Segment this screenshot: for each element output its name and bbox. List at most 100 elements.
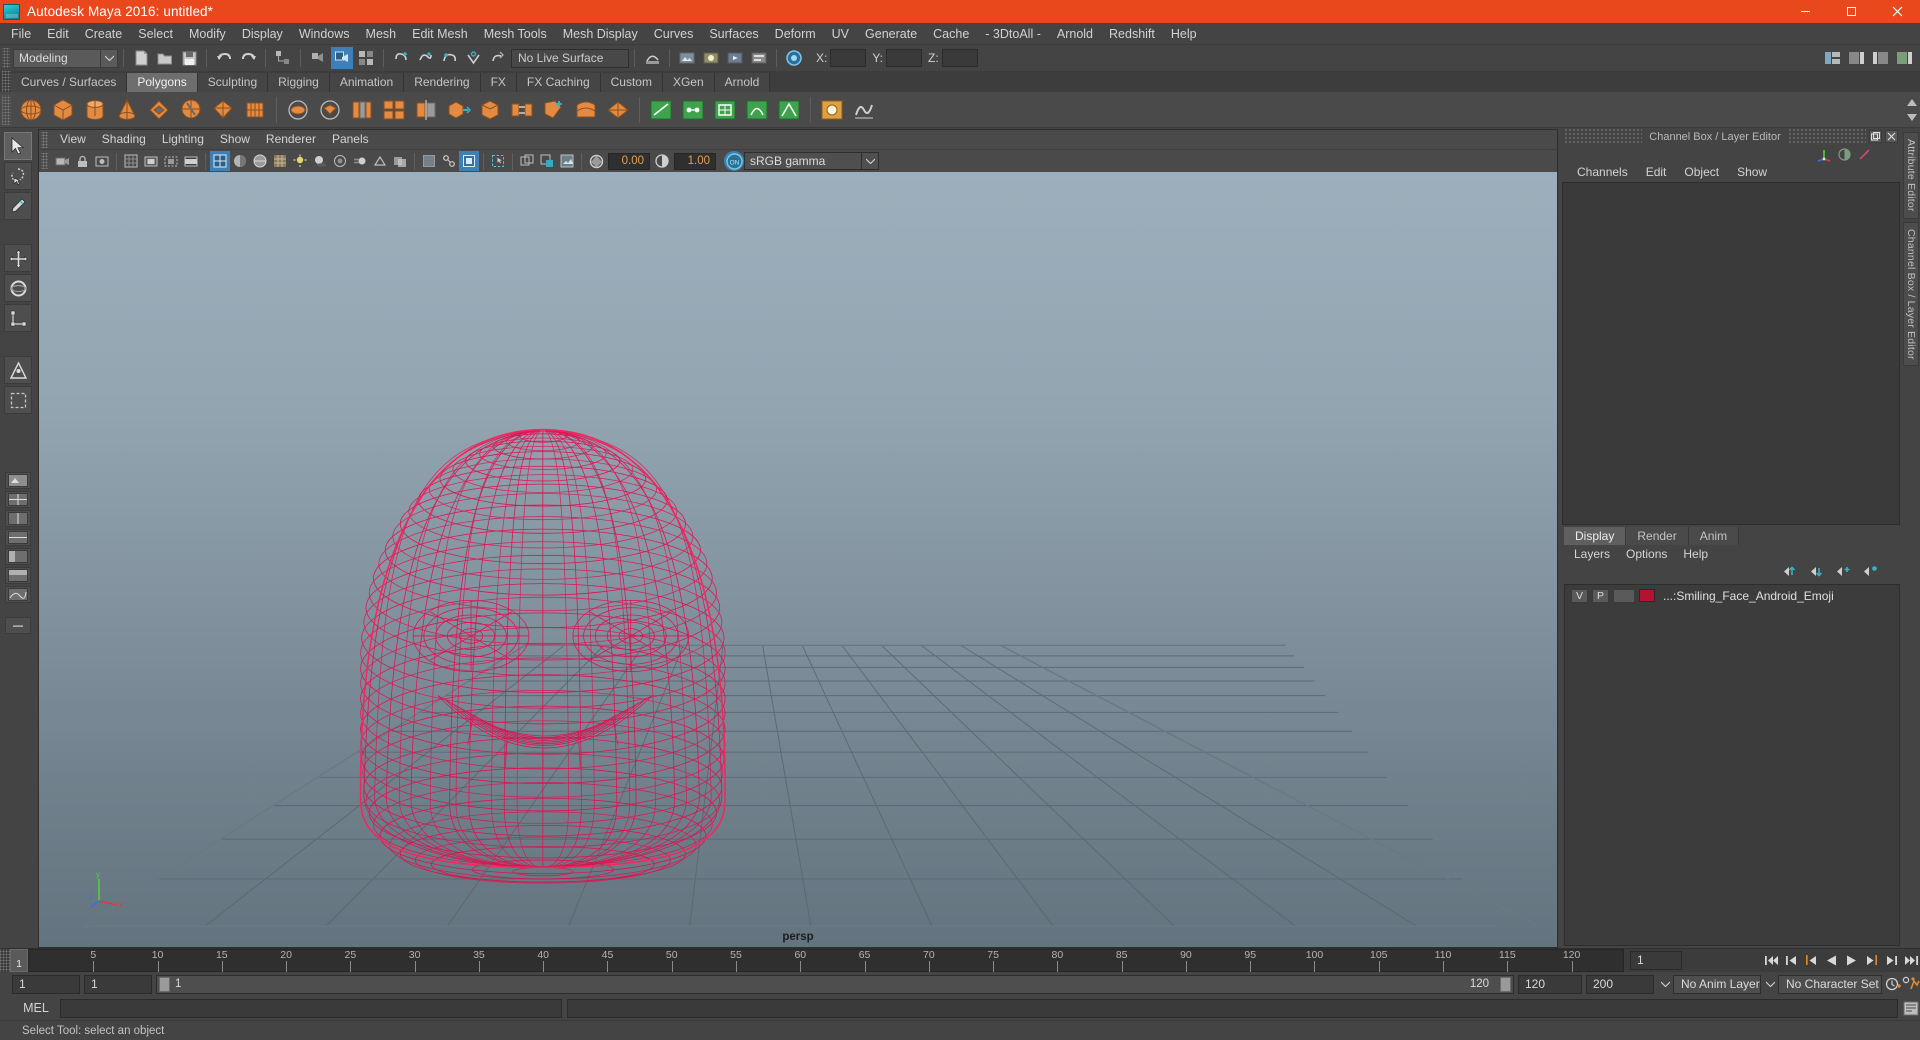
camera-attributes-icon[interactable] [92,151,112,171]
menu-display[interactable]: Display [234,23,291,45]
menu-help[interactable]: Help [1163,23,1205,45]
range-end-handle[interactable] [1500,976,1511,992]
undock-icon[interactable] [1869,130,1882,143]
layer-visibility-toggle[interactable]: V [1571,588,1588,603]
select-by-component-type-icon[interactable] [331,47,353,69]
poly-prism-icon[interactable] [239,94,270,125]
step-back-frame-icon[interactable] [1802,951,1820,971]
snap-to-projected-center-icon[interactable] [462,47,484,69]
viewport-menu-renderer[interactable]: Renderer [258,130,324,149]
auto-keyframe-icon[interactable] [1884,974,1902,994]
shelf-tab-xgen[interactable]: XGen [662,73,715,92]
target-weld-icon[interactable] [677,94,708,125]
layer-name[interactable]: ...:Smiling_Face_Android_Emoji [1663,589,1834,603]
layer-tab-display[interactable]: Display [1564,527,1627,545]
time-slider-gripper[interactable] [0,949,10,972]
ipr-render-icon[interactable] [724,47,746,69]
script-editor-icon[interactable] [1902,998,1920,1018]
bevel-icon[interactable] [474,94,505,125]
viewport-menu-show[interactable]: Show [212,130,258,149]
channel-box-content[interactable] [1562,182,1900,525]
layer-tab-render[interactable]: Render [1626,527,1689,545]
show-hide-tool-settings-icon[interactable] [1869,47,1891,69]
animation-preferences-icon[interactable] [1902,974,1920,994]
snap-to-point-icon[interactable] [438,47,460,69]
smooth-shade-icon[interactable] [230,151,250,171]
shelf-tab-animation[interactable]: Animation [329,73,405,92]
shaded-wireframe-icon[interactable] [250,151,270,171]
current-frame-indicator[interactable]: 1 [10,949,28,972]
select-components-grid-icon[interactable] [355,47,377,69]
layer-tab-anim[interactable]: Anim [1688,527,1740,545]
xray-joints-icon[interactable] [439,151,459,171]
viewport-menu-view[interactable]: View [52,130,94,149]
menu-select[interactable]: Select [130,23,181,45]
snap-to-grid-icon[interactable] [390,47,412,69]
character-set-chevron-icon[interactable] [1763,975,1778,994]
menu-uv[interactable]: UV [824,23,857,45]
poly-cylinder-icon[interactable] [79,94,110,125]
wireframe-icon[interactable] [210,151,230,171]
scale-tool-icon[interactable] [4,304,32,332]
layer-menu-options[interactable]: Options [1618,545,1675,564]
layer-color-swatch[interactable] [1639,589,1655,602]
render-current-frame-icon[interactable] [700,47,722,69]
mel-command-input[interactable] [60,998,562,1018]
viewport-canvas[interactable]: y x z persp [39,172,1557,947]
two-pane-stacked-layout-icon[interactable] [5,529,31,546]
move-layer-down-icon[interactable] [1809,565,1824,581]
layer-menu-layers[interactable]: Layers [1566,545,1618,564]
isolate-remove-icon[interactable] [537,151,557,171]
range-bar[interactable]: 1 120 [156,974,1514,994]
shelf-scroll-down-icon[interactable] [1906,110,1918,125]
layer-shading-toggle[interactable] [1613,588,1635,603]
sculpt-tool-icon[interactable] [816,94,847,125]
multicut-icon[interactable] [645,94,676,125]
step-forward-keyframe-icon[interactable] [1882,951,1900,971]
toolbar-gripper[interactable] [2,48,10,68]
step-forward-frame-icon[interactable] [1862,951,1880,971]
toggle-shading-icon[interactable] [783,47,805,69]
color-management-toggle-icon[interactable]: ON [724,151,744,171]
color-management-select[interactable]: sRGB gamma [744,152,862,170]
show-hide-attribute-editor-icon[interactable] [1845,47,1867,69]
start-time-field[interactable]: 1 [12,974,80,994]
viewport-menu-panels[interactable]: Panels [324,130,377,149]
gate-mask-icon[interactable] [181,151,201,171]
new-layer-from-selected-icon[interactable] [1863,565,1878,581]
smooth-tool-icon[interactable] [848,94,879,125]
chevron-down-icon[interactable] [862,152,879,170]
paint-stroke-icon[interactable] [1854,145,1874,163]
xray-active-components-icon[interactable] [459,151,479,171]
xray-icon[interactable] [419,151,439,171]
poly-pyramid-icon[interactable] [207,94,238,125]
anim-layer-chevron-icon[interactable] [1658,975,1673,994]
motion-blur-icon[interactable] [350,151,370,171]
menu-deform[interactable]: Deform [767,23,824,45]
channel-box-menu-object[interactable]: Object [1675,163,1728,182]
show-manipulator-tool-icon[interactable] [4,356,32,384]
menu-create[interactable]: Create [77,23,131,45]
hypershade-persp-layout-icon[interactable] [5,567,31,584]
undo-icon[interactable] [213,47,235,69]
crease-tool-icon[interactable] [773,94,804,125]
four-view-layout-icon[interactable] [5,491,31,508]
show-hide-modeling-toolkit-icon[interactable] [1821,47,1843,69]
combine-icon[interactable] [282,94,313,125]
snap-to-curve-icon[interactable] [414,47,436,69]
shelf-tab-polygons[interactable]: Polygons [127,73,198,92]
viewport-menu-lighting[interactable]: Lighting [154,130,212,149]
shelf-tab-rendering[interactable]: Rendering [404,73,481,92]
vertical-tab-channel-box[interactable]: Channel Box / Layer Editor [1903,221,1919,367]
play-backwards-icon[interactable] [1822,951,1840,971]
gamma-contrast-icon[interactable] [1834,145,1854,163]
redo-icon[interactable] [237,47,259,69]
quad-draw-icon[interactable] [709,94,740,125]
shelf-tab-rigging[interactable]: Rigging [268,73,330,92]
vertical-tab-attribute-editor[interactable]: Attribute Editor [1903,132,1919,219]
coord-x-input[interactable] [830,49,867,67]
shelf-tab-fx-caching[interactable]: FX Caching [516,73,601,92]
isolate-select-icon[interactable] [488,151,508,171]
show-hide-channel-box-icon[interactable] [1893,47,1915,69]
viewport-menu-gripper[interactable] [41,131,48,148]
